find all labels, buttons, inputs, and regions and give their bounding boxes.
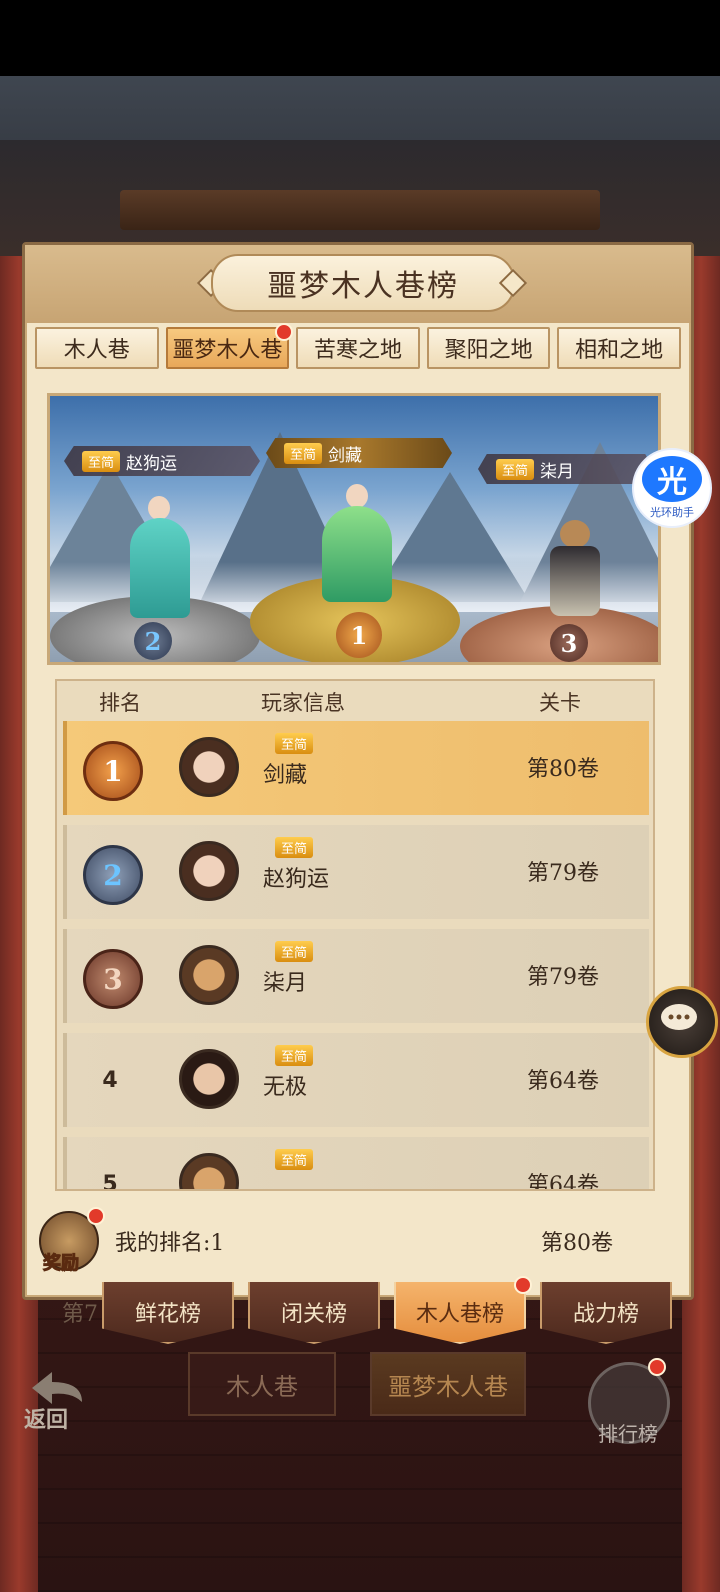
avatar — [179, 1049, 239, 1109]
avatar — [179, 737, 239, 797]
my-rank-label: 我的排名:1 — [115, 1231, 225, 1256]
tab-juyang[interactable]: 聚阳之地 — [426, 327, 551, 369]
nameplate-third: 至简 柒月 — [478, 454, 654, 484]
rank-medal-2: 2 — [83, 845, 143, 905]
podium-scene: 至简 赵狗运 至简 剑藏 至简 柒月 2 1 3 — [47, 393, 661, 665]
tab-kuhan[interactable]: 苦寒之地 — [296, 327, 420, 369]
notification-dot — [514, 1276, 532, 1294]
player-name: 柒月 — [263, 971, 308, 996]
title-badge: 至简 — [82, 450, 121, 472]
back-label[interactable]: 返回 — [24, 1402, 68, 1434]
rank-medal-1: 1 — [336, 612, 382, 658]
title-badge: 至简 — [496, 458, 535, 480]
my-rank-level: 第80卷 — [541, 1231, 613, 1256]
ranking-label[interactable]: 排行榜 — [588, 1418, 668, 1447]
reward-label[interactable]: 奖励 — [43, 1249, 80, 1275]
player-level: 第80卷 — [527, 757, 599, 782]
lower-tab-nightmare[interactable]: 噩梦木人巷 — [370, 1352, 526, 1416]
player-name: 剑藏 — [328, 445, 363, 466]
rank-medal-3: 3 — [83, 949, 143, 1009]
panel-header: 噩梦木人巷榜 — [25, 245, 691, 323]
player-level: 第64卷 — [527, 1069, 599, 1094]
player-name: 赵狗运 — [263, 867, 330, 892]
player-name: 柒月 — [540, 461, 575, 482]
player-level: 第64卷 — [527, 1173, 599, 1191]
player-level: 第79卷 — [527, 965, 599, 990]
chat-button[interactable] — [646, 986, 718, 1058]
table-row[interactable]: 1 至简 剑藏 第80卷 — [63, 721, 649, 815]
character-head — [560, 520, 590, 548]
header-player: 玩家信息 — [261, 691, 345, 715]
notification-dot — [87, 1207, 105, 1225]
assistant-icon: 光 — [642, 456, 702, 502]
tab-nightmare-muren-xiang[interactable]: 噩梦木人巷 — [165, 323, 294, 369]
player-name: 赵狗运 — [126, 453, 178, 474]
rank-medal-3: 3 — [550, 624, 588, 662]
lower-tab-muren-xiang[interactable]: 木人巷 — [188, 1352, 336, 1416]
tab-xianghe[interactable]: 相和之地 — [557, 327, 681, 369]
tab-label: 噩梦木人巷 — [172, 338, 283, 363]
avatar — [179, 841, 239, 901]
nameplate-second: 至简 赵狗运 — [64, 446, 260, 476]
ranking-table[interactable]: 排名 玩家信息 关卡 1 至简 剑藏 第80卷 2 至简 赵狗运 第79卷 3 … — [55, 679, 655, 1191]
character-head — [148, 496, 170, 520]
leaderboard-panel: 噩梦木人巷榜 木人巷 噩梦木人巷 苦寒之地 聚阳之地 相和之地 至简 赵狗运 至… — [22, 242, 694, 1300]
table-row[interactable]: 2 至简 赵狗运 第79卷 — [63, 825, 649, 919]
rank-medal-2: 2 — [134, 622, 172, 660]
rank-medal-1: 1 — [83, 741, 143, 801]
category-tabs: 木人巷 噩梦木人巷 苦寒之地 聚阳之地 相和之地 — [35, 323, 681, 371]
roof-beam — [120, 190, 600, 230]
title-badge: 至简 — [284, 442, 323, 464]
notification-dot — [648, 1358, 666, 1376]
title-badge: 至简 — [275, 941, 314, 962]
assistant-label: 光环助手 — [650, 506, 694, 519]
player-level: 第79卷 — [527, 861, 599, 886]
notification-dot — [275, 323, 294, 341]
title-badge: 至简 — [275, 733, 314, 754]
hidden-tab-fragment: 第7 — [62, 1302, 98, 1327]
assistant-float-button[interactable]: 光 光环助手 — [632, 448, 712, 528]
table-row[interactable]: 4 至简 无极 第64卷 — [63, 1033, 649, 1127]
title-badge: 至简 — [275, 1045, 314, 1066]
character-third[interactable] — [540, 516, 610, 626]
chat-bubble-icon — [661, 1004, 697, 1030]
title-badge: 至简 — [275, 837, 314, 858]
character-head — [346, 484, 368, 508]
avatar — [179, 1153, 239, 1189]
character-robe — [130, 518, 190, 618]
player-name: 无极 — [263, 1075, 308, 1100]
table-row[interactable]: 3 至简 柒月 第79卷 — [63, 929, 649, 1023]
table-header: 排名 玩家信息 关卡 — [57, 681, 653, 721]
header-level: 关卡 — [539, 691, 581, 715]
panel-title: 噩梦木人巷榜 — [211, 254, 515, 312]
character-robe — [322, 506, 392, 602]
status-bar-area — [0, 0, 720, 76]
player-name: 剑藏 — [263, 763, 308, 788]
rank-number: 4 — [102, 1067, 118, 1093]
tab-muren-xiang[interactable]: 木人巷 — [35, 327, 159, 369]
character-first[interactable] — [312, 476, 402, 606]
header-rank: 排名 — [99, 691, 141, 715]
rank-number: 5 — [102, 1171, 118, 1191]
title-badge: 至简 — [275, 1149, 314, 1170]
nameplate-first: 至简 剑藏 — [266, 438, 452, 468]
character-outfit — [550, 546, 600, 616]
character-second[interactable] — [120, 496, 200, 626]
table-row[interactable]: 5 至简 第64卷 — [63, 1137, 649, 1191]
avatar — [179, 945, 239, 1005]
my-rank-bar: 奖励 我的排名:1 第80卷 — [35, 1205, 681, 1275]
